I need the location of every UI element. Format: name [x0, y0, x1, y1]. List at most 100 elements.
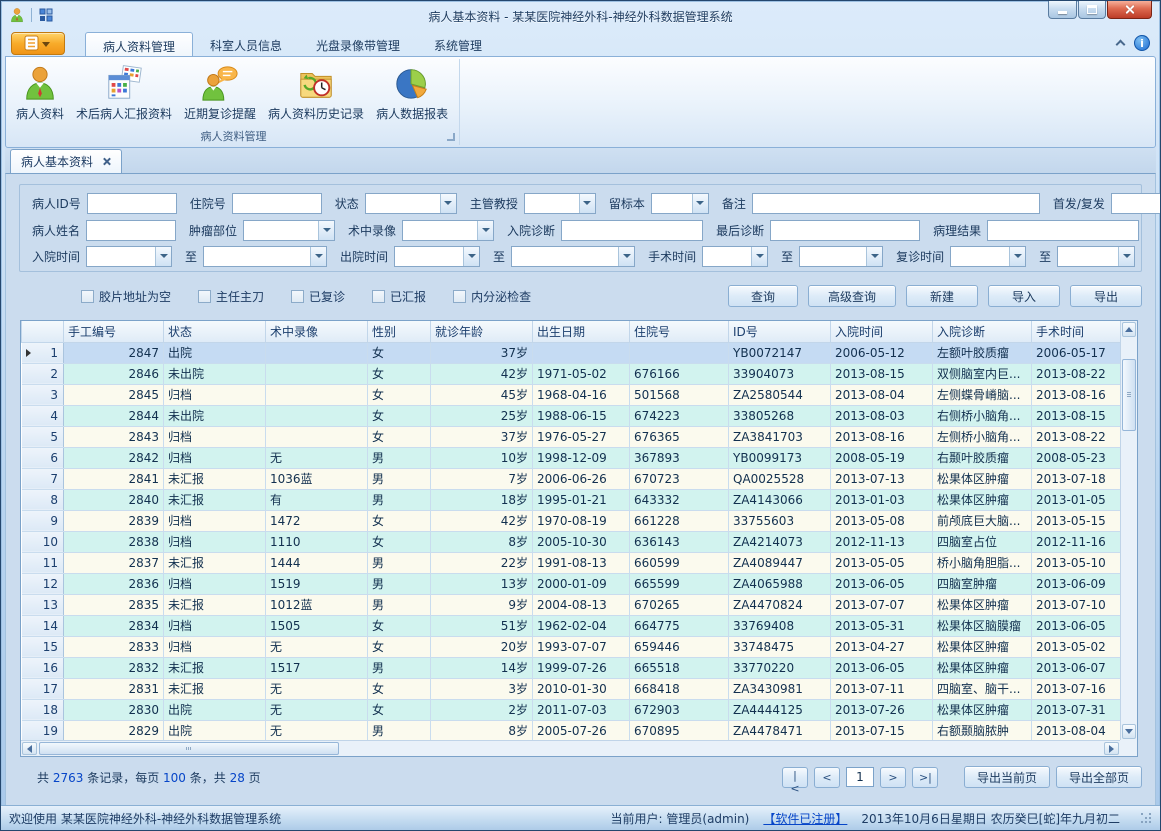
horizontal-scrollbar[interactable]	[21, 740, 1120, 756]
table-cell[interactable]: 未出院	[164, 405, 266, 426]
table-cell[interactable]: 33770220	[729, 657, 831, 678]
row-indicator-cell[interactable]: 6	[22, 447, 64, 468]
table-cell[interactable]: 2013-07-15	[831, 720, 933, 740]
table-row[interactable]: 12847出院女37岁YB00721472006-05-12左额叶胶质瘤2006…	[22, 342, 1121, 363]
table-cell[interactable]: ZA4089447	[729, 552, 831, 573]
table-cell[interactable]: 1110	[266, 531, 368, 552]
table-row[interactable]: 162832未汇报1517男14岁1999-07-266655183377022…	[22, 657, 1121, 678]
prev-page-button[interactable]: <	[814, 767, 840, 788]
table-cell[interactable]: 20岁	[431, 636, 533, 657]
table-cell[interactable]: 37岁	[431, 342, 533, 363]
filter-combo[interactable]	[1057, 246, 1135, 267]
table-cell[interactable]: 42岁	[431, 363, 533, 384]
table-cell[interactable]: 四脑室肿瘤	[933, 573, 1032, 594]
table-cell[interactable]: 2岁	[431, 699, 533, 720]
table-cell[interactable]	[266, 363, 368, 384]
table-cell[interactable]: 2830	[64, 699, 164, 720]
table-cell[interactable]: 男	[368, 594, 431, 615]
table-cell[interactable]: 2843	[64, 426, 164, 447]
table-cell[interactable]: 1970-08-19	[533, 510, 630, 531]
table-cell[interactable]: 未出院	[164, 363, 266, 384]
table-cell[interactable]: 1472	[266, 510, 368, 531]
table-cell[interactable]: 672903	[630, 699, 729, 720]
table-cell[interactable]: 归档	[164, 447, 266, 468]
row-indicator-cell[interactable]: 13	[22, 594, 64, 615]
table-cell[interactable]: 2008-05-19	[831, 447, 933, 468]
table-cell[interactable]: 2846	[64, 363, 164, 384]
table-cell[interactable]: 松果体区肿瘤	[933, 657, 1032, 678]
table-cell[interactable]: 2842	[64, 447, 164, 468]
column-header[interactable]: 性别	[368, 321, 431, 342]
table-cell[interactable]: 女	[368, 699, 431, 720]
table-cell[interactable]: 归档	[164, 636, 266, 657]
row-indicator-cell[interactable]: 5	[22, 426, 64, 447]
table-cell[interactable]: 1999-07-26	[533, 657, 630, 678]
registered-link[interactable]: 【软件已注册】	[763, 810, 847, 827]
table-cell[interactable]: 668418	[630, 678, 729, 699]
table-cell[interactable]: 2832	[64, 657, 164, 678]
ribbon-button-2[interactable]: 近期复诊提醒	[178, 60, 262, 124]
ribbon-tab-0[interactable]: 病人资料管理	[85, 32, 193, 57]
table-cell[interactable]: 1517	[266, 657, 368, 678]
table-cell[interactable]: 37岁	[431, 426, 533, 447]
table-cell[interactable]: ZA3841703	[729, 426, 831, 447]
table-cell[interactable]: 2013-05-31	[831, 615, 933, 636]
table-cell[interactable]: 1505	[266, 615, 368, 636]
table-row[interactable]: 42844未出院女25岁1988-06-15674223338052682013…	[22, 405, 1121, 426]
table-cell[interactable]: 22岁	[431, 552, 533, 573]
table-cell[interactable]: 42岁	[431, 510, 533, 531]
table-cell[interactable]: 四脑室、脑干...	[933, 678, 1032, 699]
table-cell[interactable]: 女	[368, 342, 431, 363]
table-cell[interactable]: 左侧桥小脑角...	[933, 426, 1032, 447]
table-cell[interactable]: 2013-07-18	[1032, 468, 1121, 489]
table-cell[interactable]: ZA2580544	[729, 384, 831, 405]
table-cell[interactable]: 1444	[266, 552, 368, 573]
table-cell[interactable]: 出院	[164, 342, 266, 363]
table-cell[interactable]: 2013-08-15	[831, 363, 933, 384]
table-cell[interactable]: 14岁	[431, 657, 533, 678]
checkbox-3[interactable]: 已汇报	[372, 288, 426, 305]
next-page-button[interactable]: >	[880, 767, 906, 788]
table-cell[interactable]: 2000-01-09	[533, 573, 630, 594]
maximize-button[interactable]	[1078, 1, 1106, 19]
table-cell[interactable]: 367893	[630, 447, 729, 468]
filter-input[interactable]	[752, 193, 1040, 214]
table-cell[interactable]: 1995-01-21	[533, 489, 630, 510]
filter-combo[interactable]	[203, 246, 327, 267]
table-cell[interactable]: 1993-07-07	[533, 636, 630, 657]
table-cell[interactable]: 1988-06-15	[533, 405, 630, 426]
checkbox-0[interactable]: 胶片地址为空	[81, 288, 171, 305]
first-page-button[interactable]: |<	[782, 767, 808, 788]
table-cell[interactable]	[266, 405, 368, 426]
table-cell[interactable]: 2013-06-05	[831, 657, 933, 678]
table-cell[interactable]: 女	[368, 636, 431, 657]
table-cell[interactable]: 男	[368, 468, 431, 489]
action-button-2[interactable]: 新建	[906, 285, 978, 307]
table-cell[interactable]: 2013-08-22	[1032, 363, 1121, 384]
table-cell[interactable]: 2845	[64, 384, 164, 405]
table-cell[interactable]: 归档	[164, 573, 266, 594]
table-cell[interactable]: ZA4143066	[729, 489, 831, 510]
row-indicator-cell[interactable]: 18	[22, 699, 64, 720]
table-cell[interactable]: 636143	[630, 531, 729, 552]
table-cell[interactable]	[630, 342, 729, 363]
table-cell[interactable]: 676166	[630, 363, 729, 384]
table-cell[interactable]: 松果体区脑膜瘤	[933, 615, 1032, 636]
filter-combo[interactable]	[524, 193, 596, 214]
table-cell[interactable]: 2013-05-08	[831, 510, 933, 531]
table-cell[interactable]: 2833	[64, 636, 164, 657]
table-cell[interactable]: 归档	[164, 531, 266, 552]
table-cell[interactable]: 女	[368, 510, 431, 531]
table-cell[interactable]: 2013-08-15	[1032, 405, 1121, 426]
table-cell[interactable]: 女	[368, 531, 431, 552]
table-cell[interactable]: 男	[368, 447, 431, 468]
vertical-scroll-thumb[interactable]	[1122, 359, 1136, 431]
table-cell[interactable]: 男	[368, 573, 431, 594]
checkbox-1[interactable]: 主任主刀	[198, 288, 264, 305]
row-indicator-cell[interactable]: 11	[22, 552, 64, 573]
table-cell[interactable]: 2013-08-04	[1032, 720, 1121, 740]
table-row[interactable]: 92839归档1472女42岁1970-08-19661228337556032…	[22, 510, 1121, 531]
row-indicator-cell[interactable]: 3	[22, 384, 64, 405]
row-indicator-cell[interactable]: 10	[22, 531, 64, 552]
table-cell[interactable]	[266, 342, 368, 363]
